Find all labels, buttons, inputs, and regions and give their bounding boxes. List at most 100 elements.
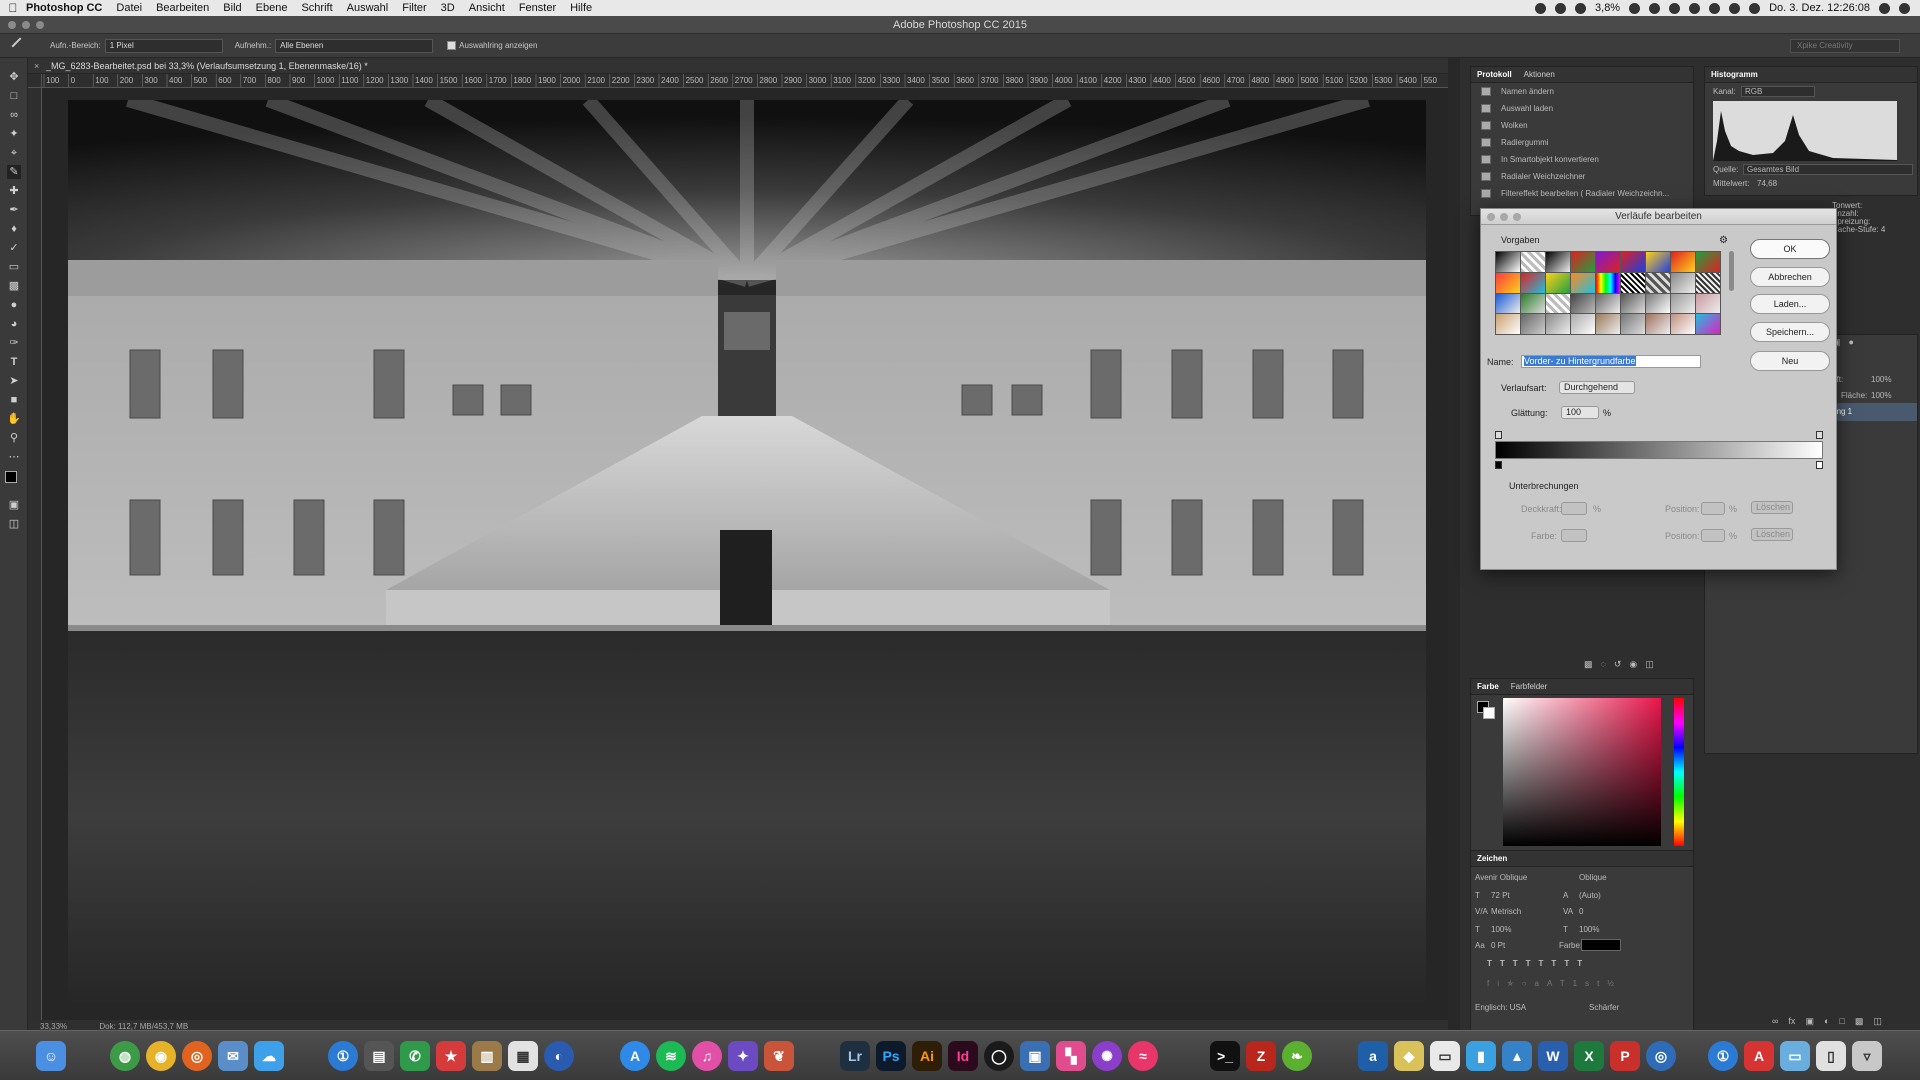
sample-layers-select[interactable]: Alle Ebenen <box>275 38 434 53</box>
trash-icon[interactable]: ◫ <box>1645 659 1654 670</box>
apple-icon[interactable]:  <box>0 1 26 15</box>
gradient-preset-swatch[interactable] <box>1671 293 1695 314</box>
color-panel-background-swatch[interactable] <box>1483 707 1495 719</box>
gradient-name-input[interactable]: Vorder- zu Hintergrundfarbe <box>1521 355 1701 368</box>
imovie-icon[interactable]: ✦ <box>728 1041 758 1071</box>
load-button[interactable]: Laden... <box>1750 294 1830 314</box>
trash-icon[interactable]: ▿ <box>1852 1041 1882 1071</box>
link-layers-icon[interactable]: ∞ <box>1772 1016 1778 1027</box>
vertical-ruler[interactable] <box>28 88 42 1026</box>
pen-tool-icon[interactable]: ✑ <box>7 336 21 350</box>
gradient-preset-swatch[interactable] <box>1696 314 1720 334</box>
gradient-preset-swatch[interactable] <box>1546 252 1570 272</box>
itunes-icon[interactable]: ♫ <box>692 1041 722 1071</box>
spotify-icon[interactable]: ≋ <box>656 1041 686 1071</box>
document-tab[interactable]: × _MG_6283-Bearbeitet.psd bei 33,3% (Ver… <box>28 58 1448 74</box>
gradient-preset-swatch[interactable] <box>1696 272 1720 293</box>
history-item[interactable]: In Smartobjekt konvertieren <box>1471 151 1693 168</box>
preview-icon[interactable]: ▦ <box>508 1041 538 1071</box>
filezilla-icon[interactable]: Z <box>1246 1041 1276 1071</box>
gradient-preset-swatch[interactable] <box>1621 293 1645 314</box>
volume-icon[interactable] <box>1749 2 1761 14</box>
brush-tool-icon[interactable]: ✒ <box>7 203 21 217</box>
numbers-icon[interactable]: ▮ <box>1466 1041 1496 1071</box>
photoshop-icon[interactable]: Ps <box>876 1041 906 1071</box>
new-layer-icon[interactable]: ▩ <box>1855 1016 1864 1027</box>
gradient-preset-swatch[interactable] <box>1646 293 1670 314</box>
histogram-title[interactable]: Histogramm <box>1711 70 1758 79</box>
pdf-icon[interactable]: A <box>1744 1041 1774 1071</box>
illustrator-icon[interactable]: Ai <box>912 1041 942 1071</box>
history-item[interactable]: Namen ändern <box>1471 83 1693 100</box>
menu-filter[interactable]: Filter <box>402 2 426 14</box>
camera-app-icon[interactable]: ◯ <box>984 1041 1014 1071</box>
ok-button[interactable]: OK <box>1750 239 1830 259</box>
blur-tool-icon[interactable]: ● <box>7 298 21 312</box>
new-group-icon[interactable]: □ <box>1839 1016 1844 1027</box>
baseline-field[interactable]: 0 Pt <box>1491 941 1505 950</box>
tracking-field[interactable]: 0 <box>1579 907 1583 916</box>
path-selection-tool-icon[interactable]: ➤ <box>7 374 21 388</box>
menu-auswahl[interactable]: Auswahl <box>347 2 389 14</box>
screen-mode-icon[interactable]: ◫ <box>7 517 21 531</box>
folder-icon[interactable]: ▭ <box>1780 1041 1810 1071</box>
powerpoint-icon[interactable]: P <box>1610 1041 1640 1071</box>
gradient-tool-icon[interactable]: ▩ <box>7 279 21 293</box>
chat-icon[interactable] <box>1629 2 1641 14</box>
save-button[interactable]: Speichern... <box>1750 322 1830 342</box>
cancel-button[interactable]: Abbrechen <box>1750 267 1830 287</box>
new-button[interactable]: Neu <box>1750 351 1830 371</box>
menu-fenster[interactable]: Fenster <box>519 2 556 14</box>
document-icon[interactable]: ▯ <box>1816 1041 1846 1071</box>
globe-app-icon[interactable]: ◍ <box>110 1041 140 1071</box>
stop-color-swatch[interactable] <box>1561 529 1587 542</box>
mail-icon[interactable]: ✉ <box>218 1041 248 1071</box>
gradient-preset-swatch[interactable] <box>1496 272 1520 293</box>
gradient-preview-bar[interactable] <box>1495 441 1823 459</box>
gradient-preset-swatch[interactable] <box>1521 272 1545 293</box>
user-icon[interactable] <box>1669 2 1681 14</box>
delete-layer-icon[interactable]: ◫ <box>1873 1016 1882 1027</box>
dialog-minimize-button[interactable] <box>1500 213 1508 221</box>
word-icon[interactable]: W <box>1538 1041 1568 1071</box>
aperture-icon[interactable]: ✺ <box>1092 1041 1122 1071</box>
adjustment-layer-icon[interactable]: ◐ <box>1824 1016 1829 1027</box>
status-icon-1[interactable] <box>1535 2 1547 14</box>
history-item[interactable]: Filtereffekt bearbeiten ( Radialer Weich… <box>1471 185 1693 202</box>
antialias-select[interactable]: Schärfer <box>1589 1003 1619 1012</box>
type-style-buttons[interactable]: TTTTTTTT <box>1487 959 1590 968</box>
font-size-field[interactable]: 72 Pt <box>1491 891 1510 900</box>
network-icon[interactable]: ◐ <box>544 1041 574 1071</box>
status-icon-3[interactable] <box>1575 2 1587 14</box>
quick-mask-icon[interactable]: ▣ <box>7 498 21 512</box>
gradient-preset-swatch[interactable] <box>1646 314 1670 334</box>
close-window-button[interactable] <box>8 21 16 29</box>
gradient-preset-swatch[interactable] <box>1496 252 1520 272</box>
character-title[interactable]: Zeichen <box>1477 854 1507 863</box>
pages-icon[interactable]: ▭ <box>1430 1041 1460 1071</box>
delete-opacity-stop-button[interactable]: Löschen <box>1751 501 1793 514</box>
gradient-preset-swatch[interactable] <box>1596 314 1620 334</box>
gradient-type-select[interactable]: Durchgehend <box>1559 381 1635 394</box>
undo-icon[interactable]: ↺ <box>1614 659 1622 670</box>
dialog-zoom-button[interactable] <box>1513 213 1521 221</box>
gradient-preset-swatch[interactable] <box>1571 314 1595 334</box>
dialog-title-bar[interactable]: Verläufe bearbeiten <box>1481 209 1836 225</box>
kerning-field[interactable]: Metrisch <box>1491 907 1521 916</box>
type-tool-icon[interactable]: T <box>7 355 21 369</box>
gradient-preset-swatch[interactable] <box>1646 272 1670 293</box>
crop-tool-icon[interactable]: ⌖ <box>7 146 21 160</box>
firefox-icon[interactable]: ◎ <box>182 1041 212 1071</box>
new-snapshot-icon[interactable]: ◌ <box>1601 659 1606 670</box>
opentype-buttons[interactable]: fi✯○aAT1st½ <box>1487 979 1622 988</box>
books-icon[interactable]: ▥ <box>472 1041 502 1071</box>
color-field[interactable] <box>1503 698 1661 846</box>
language-select[interactable]: Englisch: USA <box>1475 1003 1526 1012</box>
history-item[interactable]: Wolken <box>1471 117 1693 134</box>
history-item[interactable]: Auswahl laden <box>1471 100 1693 117</box>
minimize-window-button[interactable] <box>22 21 30 29</box>
gradient-preset-swatch[interactable] <box>1646 252 1670 272</box>
indesign-icon[interactable]: Id <box>948 1041 978 1071</box>
time-machine-icon[interactable] <box>1689 2 1701 14</box>
history-item[interactable]: Radiergummi <box>1471 134 1693 151</box>
